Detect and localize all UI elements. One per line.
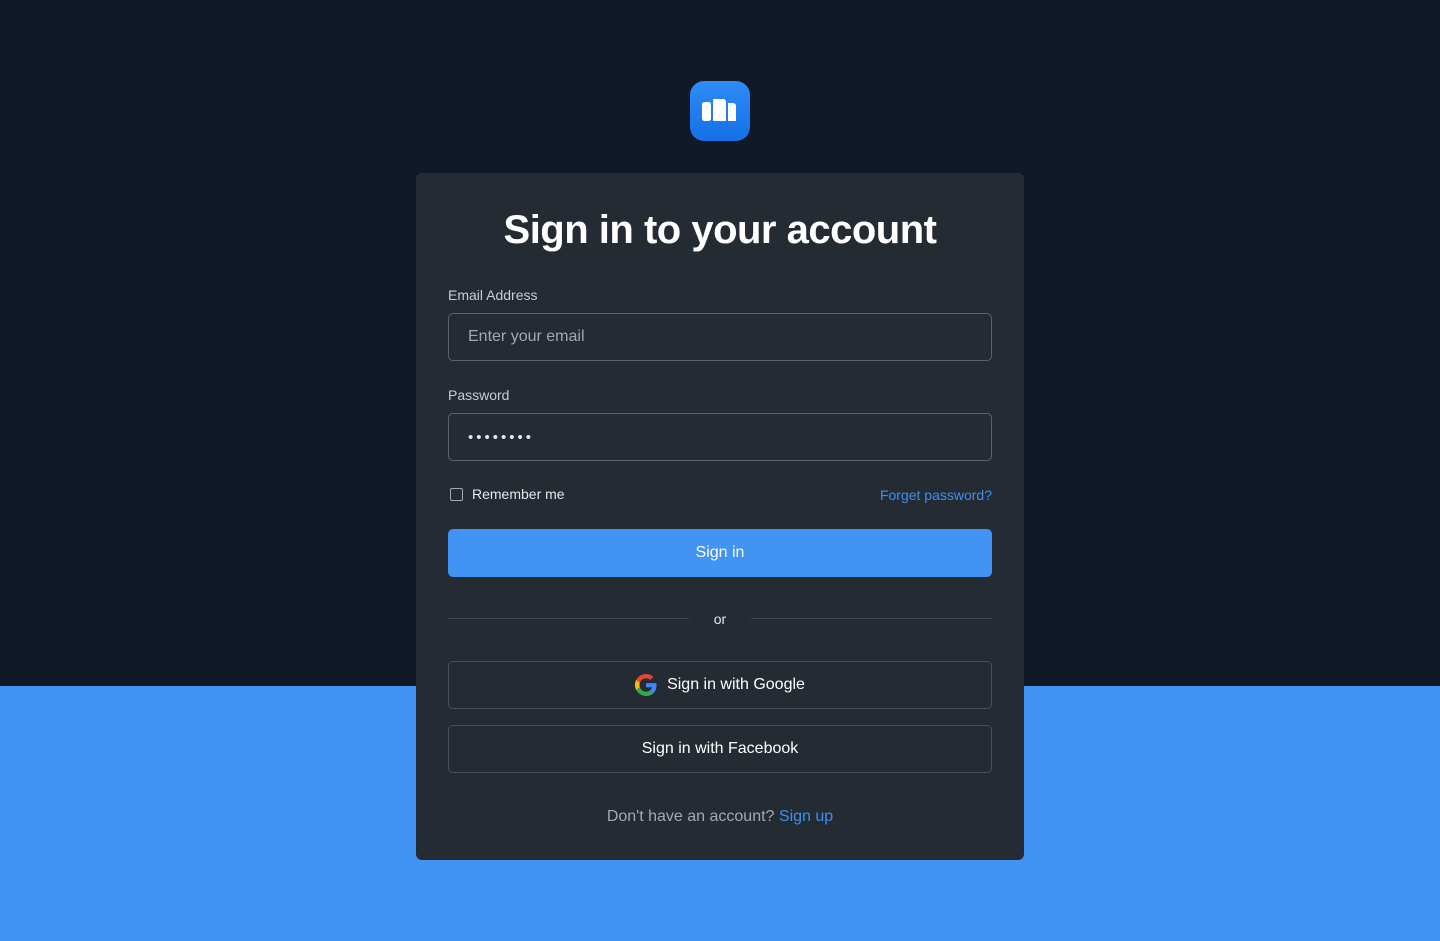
sign-in-button[interactable]: Sign in [448, 529, 992, 577]
sign-up-link[interactable]: Sign up [779, 808, 833, 825]
remember-me-toggle[interactable]: Remember me [450, 486, 565, 502]
google-sign-in-button[interactable]: Sign in with Google [448, 661, 992, 709]
divider-line-right [751, 618, 992, 619]
forgot-password-link[interactable]: Forget password? [880, 486, 992, 504]
google-icon [635, 674, 657, 696]
remember-me-label: Remember me [472, 486, 565, 502]
divider-text: or [713, 611, 727, 627]
app-logo-icon [690, 81, 750, 141]
email-field[interactable] [448, 313, 992, 361]
password-field[interactable] [448, 413, 992, 461]
signup-row: Don't have an account? Sign up [416, 807, 1024, 827]
facebook-sign-in-button[interactable]: Sign in with Facebook [448, 725, 992, 773]
sign-in-card: Sign in to your account Email Address Pa… [416, 173, 1024, 860]
remember-me-checkbox[interactable] [450, 487, 463, 501]
google-button-label: Sign in with Google [667, 676, 805, 693]
email-label: Email Address [448, 287, 538, 303]
facebook-button-label: Sign in with Facebook [641, 740, 799, 757]
password-label: Password [448, 387, 510, 403]
signup-prompt: Don't have an account? [606, 808, 779, 825]
page-title: Sign in to your account [503, 208, 937, 252]
